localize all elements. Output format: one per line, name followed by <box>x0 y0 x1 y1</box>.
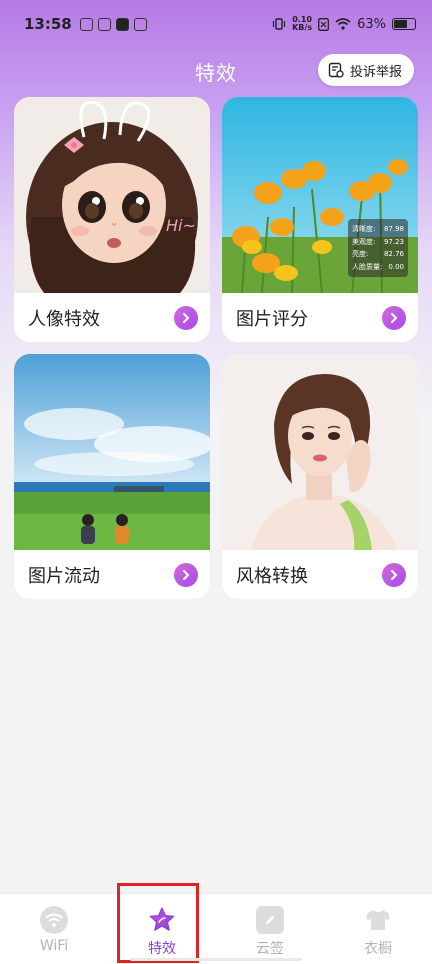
card-image-flow[interactable]: 图片流动 <box>14 354 210 599</box>
tiktok-notification-icon <box>115 17 129 31</box>
vibrate-icon <box>273 18 286 30</box>
score-label: 清晰度: <box>352 225 376 233</box>
score-label: 美观度: <box>352 237 376 246</box>
tshirt-icon <box>364 906 392 934</box>
status-right: 0.10 KB/s 63% <box>272 16 416 32</box>
cartoon-girl-image: Hi~ <box>14 97 210 293</box>
app-notification-icon <box>79 17 93 31</box>
card-style-transfer[interactable]: 风格转换 <box>222 354 418 599</box>
poppy-flowers-image: 清晰度: 87.98 美观度: 97.23 亮度: 82.76 人脸质量: 0.00 <box>222 97 418 293</box>
arrow-right-icon[interactable] <box>174 305 198 330</box>
card-footer: 风格转换 <box>222 550 418 599</box>
score-overlay: 清晰度: 87.98 美观度: 97.23 亮度: 82.76 人脸质量: 0.00 <box>348 219 408 277</box>
grass-field-image <box>14 354 210 550</box>
card-label: 人像特效 <box>28 308 100 330</box>
card-label: 风格转换 <box>236 565 308 587</box>
score-row: 人脸质量: 0.00 <box>352 261 404 274</box>
card-footer: 人像特效 <box>14 293 210 342</box>
bottom-tab-bar: WiFi 特效 云签 衣橱 <box>0 893 432 964</box>
score-row: 清晰度: 87.98 <box>352 223 404 236</box>
tab-wardrobe[interactable]: 衣橱 <box>324 894 432 964</box>
page-header: 特效 投诉举报 <box>0 48 432 94</box>
score-row: 亮度: 82.76 <box>352 248 404 261</box>
home-indicator <box>130 958 302 961</box>
illustrated-woman-image <box>222 354 418 550</box>
score-row: 美观度: 97.23 <box>352 236 404 249</box>
score-value: 97.23 <box>383 237 404 246</box>
tab-wifi[interactable]: WiFi <box>0 894 108 964</box>
report-icon <box>328 62 344 78</box>
notification-icons <box>79 17 147 31</box>
battery-percent: 63% <box>357 16 386 32</box>
arrow-right-icon[interactable] <box>382 305 406 330</box>
card-portrait-effect[interactable]: Hi~ 人像特效 <box>14 97 210 342</box>
tab-label: 云签 <box>256 941 284 957</box>
tab-effects[interactable]: 特效 <box>108 894 216 964</box>
score-label: 人脸质量: <box>352 262 383 271</box>
tab-label: 特效 <box>148 941 176 957</box>
arrow-right-icon[interactable] <box>174 562 198 587</box>
report-button-label: 投诉举报 <box>349 64 402 80</box>
tab-label: WiFi <box>39 938 69 954</box>
score-value: 0.00 <box>388 262 404 271</box>
wifi-status-icon <box>335 18 351 30</box>
status-bar: 13:58 0.10 KB/s 63% <box>0 0 432 48</box>
pen-icon <box>256 906 284 934</box>
sim-icon <box>318 17 330 31</box>
score-value: 87.98 <box>383 225 404 233</box>
report-button[interactable]: 投诉举报 <box>317 54 414 86</box>
battery-icon <box>392 18 416 30</box>
card-footer: 图片流动 <box>14 550 210 599</box>
card-image-score[interactable]: 清晰度: 87.98 美观度: 97.23 亮度: 82.76 人脸质量: 0.00 图… <box>222 97 418 342</box>
page-title: 特效 <box>195 60 237 85</box>
message-notification-icon <box>97 17 111 31</box>
effects-grid: Hi~ 人像特效 清晰度: 87.98 美观度: 97.23 亮度: 82.76… <box>14 97 418 599</box>
wifi-icon <box>40 906 68 934</box>
hi-text: Hi~ <box>166 216 196 235</box>
card-label: 图片流动 <box>28 565 100 587</box>
card-footer: 图片评分 <box>222 293 418 342</box>
card-label: 图片评分 <box>236 308 308 330</box>
network-speed: 0.10 KB/s <box>292 16 312 32</box>
tab-cloud-sign[interactable]: 云签 <box>216 894 324 964</box>
app-notification-icon-2 <box>133 17 147 31</box>
status-time: 13:58 <box>24 15 72 33</box>
tab-label: 衣橱 <box>364 941 392 957</box>
score-value: 82.76 <box>383 250 404 258</box>
star-icon <box>148 906 176 934</box>
network-speed-unit: KB/s <box>292 23 313 32</box>
arrow-right-icon[interactable] <box>382 562 406 587</box>
score-label: 亮度: <box>352 250 369 258</box>
